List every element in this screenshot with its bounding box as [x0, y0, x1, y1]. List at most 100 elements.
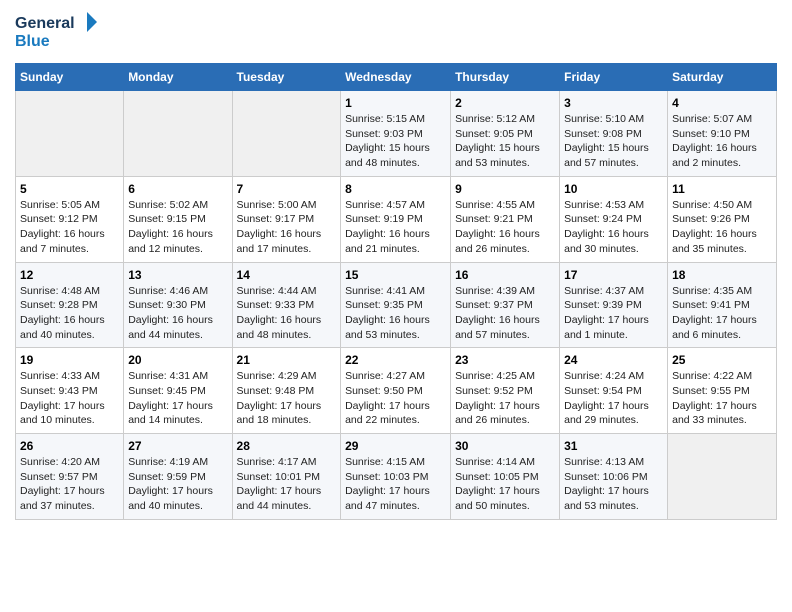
- day-number: 28: [237, 439, 337, 453]
- calendar-cell: 10 Sunrise: 4:53 AMSunset: 9:24 PMDayligh…: [560, 176, 668, 262]
- day-number: 2: [455, 96, 555, 110]
- day-number: 1: [345, 96, 446, 110]
- day-info: Sunrise: 4:24 AMSunset: 9:54 PMDaylight:…: [564, 369, 663, 428]
- day-info: Sunrise: 5:10 AMSunset: 9:08 PMDaylight:…: [564, 112, 663, 171]
- calendar-cell: 6 Sunrise: 5:02 AMSunset: 9:15 PMDaylight…: [124, 176, 232, 262]
- day-number: 27: [128, 439, 227, 453]
- day-number: 11: [672, 182, 772, 196]
- calendar-cell: 28 Sunrise: 4:17 AMSunset: 10:01 PMDaylig…: [232, 434, 341, 520]
- day-info: Sunrise: 4:27 AMSunset: 9:50 PMDaylight:…: [345, 369, 446, 428]
- calendar-cell: 18 Sunrise: 4:35 AMSunset: 9:41 PMDayligh…: [668, 262, 777, 348]
- day-info: Sunrise: 4:17 AMSunset: 10:01 PMDaylight…: [237, 455, 337, 514]
- calendar-cell: 22 Sunrise: 4:27 AMSunset: 9:50 PMDayligh…: [341, 348, 451, 434]
- day-info: Sunrise: 5:15 AMSunset: 9:03 PMDaylight:…: [345, 112, 446, 171]
- calendar-cell: 31 Sunrise: 4:13 AMSunset: 10:06 PMDaylig…: [560, 434, 668, 520]
- day-info: Sunrise: 4:46 AMSunset: 9:30 PMDaylight:…: [128, 284, 227, 343]
- day-info: Sunrise: 4:20 AMSunset: 9:57 PMDaylight:…: [20, 455, 119, 514]
- day-number: 21: [237, 353, 337, 367]
- day-info: Sunrise: 4:55 AMSunset: 9:21 PMDaylight:…: [455, 198, 555, 257]
- calendar-cell: 7 Sunrise: 5:00 AMSunset: 9:17 PMDaylight…: [232, 176, 341, 262]
- day-info: Sunrise: 4:37 AMSunset: 9:39 PMDaylight:…: [564, 284, 663, 343]
- day-number: 17: [564, 268, 663, 282]
- calendar-cell: 5 Sunrise: 5:05 AMSunset: 9:12 PMDaylight…: [16, 176, 124, 262]
- day-info: Sunrise: 4:44 AMSunset: 9:33 PMDaylight:…: [237, 284, 337, 343]
- day-info: Sunrise: 5:00 AMSunset: 9:17 PMDaylight:…: [237, 198, 337, 257]
- day-number: 12: [20, 268, 119, 282]
- weekday-header-friday: Friday: [560, 64, 668, 91]
- day-info: Sunrise: 4:25 AMSunset: 9:52 PMDaylight:…: [455, 369, 555, 428]
- weekday-header-sunday: Sunday: [16, 64, 124, 91]
- calendar-cell: 17 Sunrise: 4:37 AMSunset: 9:39 PMDayligh…: [560, 262, 668, 348]
- day-info: Sunrise: 4:14 AMSunset: 10:05 PMDaylight…: [455, 455, 555, 514]
- day-number: 20: [128, 353, 227, 367]
- day-info: Sunrise: 5:02 AMSunset: 9:15 PMDaylight:…: [128, 198, 227, 257]
- calendar-cell: 11 Sunrise: 4:50 AMSunset: 9:26 PMDayligh…: [668, 176, 777, 262]
- calendar-cell: 1 Sunrise: 5:15 AMSunset: 9:03 PMDaylight…: [341, 91, 451, 177]
- calendar-cell: 12 Sunrise: 4:48 AMSunset: 9:28 PMDayligh…: [16, 262, 124, 348]
- day-number: 31: [564, 439, 663, 453]
- day-number: 30: [455, 439, 555, 453]
- day-info: Sunrise: 5:05 AMSunset: 9:12 PMDaylight:…: [20, 198, 119, 257]
- calendar-cell: 20 Sunrise: 4:31 AMSunset: 9:45 PMDayligh…: [124, 348, 232, 434]
- day-info: Sunrise: 4:13 AMSunset: 10:06 PMDaylight…: [564, 455, 663, 514]
- day-number: 9: [455, 182, 555, 196]
- day-info: Sunrise: 4:53 AMSunset: 9:24 PMDaylight:…: [564, 198, 663, 257]
- day-number: 4: [672, 96, 772, 110]
- day-number: 8: [345, 182, 446, 196]
- day-info: Sunrise: 5:07 AMSunset: 9:10 PMDaylight:…: [672, 112, 772, 171]
- calendar-cell: 25 Sunrise: 4:22 AMSunset: 9:55 PMDayligh…: [668, 348, 777, 434]
- day-info: Sunrise: 4:31 AMSunset: 9:45 PMDaylight:…: [128, 369, 227, 428]
- calendar-cell: 23Sunrise: 4:25 AMSunset: 9:52 PMDayligh…: [451, 348, 560, 434]
- day-number: 7: [237, 182, 337, 196]
- weekday-header-saturday: Saturday: [668, 64, 777, 91]
- calendar-cell: 13 Sunrise: 4:46 AMSunset: 9:30 PMDayligh…: [124, 262, 232, 348]
- day-number: 22: [345, 353, 446, 367]
- day-number: 10: [564, 182, 663, 196]
- day-info: Sunrise: 4:39 AMSunset: 9:37 PMDaylight:…: [455, 284, 555, 343]
- calendar-cell: [232, 91, 341, 177]
- day-info: Sunrise: 4:29 AMSunset: 9:48 PMDaylight:…: [237, 369, 337, 428]
- day-number: 18: [672, 268, 772, 282]
- weekday-header-thursday: Thursday: [451, 64, 560, 91]
- weekday-header-wednesday: Wednesday: [341, 64, 451, 91]
- calendar-cell: 27Sunrise: 4:19 AMSunset: 9:59 PMDayligh…: [124, 434, 232, 520]
- calendar-cell: 3 Sunrise: 5:10 AMSunset: 9:08 PMDaylight…: [560, 91, 668, 177]
- calendar-cell: 4 Sunrise: 5:07 AMSunset: 9:10 PMDaylight…: [668, 91, 777, 177]
- calendar-cell: [16, 91, 124, 177]
- logo: General Blue: [15, 10, 105, 55]
- calendar-cell: 15Sunrise: 4:41 AMSunset: 9:35 PMDayligh…: [341, 262, 451, 348]
- day-info: Sunrise: 4:48 AMSunset: 9:28 PMDaylight:…: [20, 284, 119, 343]
- day-info: Sunrise: 4:35 AMSunset: 9:41 PMDaylight:…: [672, 284, 772, 343]
- day-info: Sunrise: 4:57 AMSunset: 9:19 PMDaylight:…: [345, 198, 446, 257]
- svg-text:General: General: [15, 15, 75, 32]
- calendar-cell: 21 Sunrise: 4:29 AMSunset: 9:48 PMDayligh…: [232, 348, 341, 434]
- calendar-cell: 30 Sunrise: 4:14 AMSunset: 10:05 PMDaylig…: [451, 434, 560, 520]
- day-number: 6: [128, 182, 227, 196]
- day-number: 24: [564, 353, 663, 367]
- calendar-cell: 16 Sunrise: 4:39 AMSunset: 9:37 PMDayligh…: [451, 262, 560, 348]
- weekday-header-monday: Monday: [124, 64, 232, 91]
- day-number: 16: [455, 268, 555, 282]
- day-number: 13: [128, 268, 227, 282]
- day-info: Sunrise: 4:33 AMSunset: 9:43 PMDaylight:…: [20, 369, 119, 428]
- calendar-cell: 29 Sunrise: 4:15 AMSunset: 10:03 PMDaylig…: [341, 434, 451, 520]
- day-number: 26: [20, 439, 119, 453]
- day-number: 5: [20, 182, 119, 196]
- day-number: 19: [20, 353, 119, 367]
- day-info: Sunrise: 5:12 AMSunset: 9:05 PMDaylight:…: [455, 112, 555, 171]
- day-number: 29: [345, 439, 446, 453]
- calendar-cell: [124, 91, 232, 177]
- calendar-cell: 9 Sunrise: 4:55 AMSunset: 9:21 PMDaylight…: [451, 176, 560, 262]
- day-info: Sunrise: 4:41 AMSunset: 9:35 PMDaylight:…: [345, 284, 446, 343]
- calendar-cell: [668, 434, 777, 520]
- day-info: Sunrise: 4:22 AMSunset: 9:55 PMDaylight:…: [672, 369, 772, 428]
- calendar: SundayMondayTuesdayWednesdayThursdayFrid…: [15, 63, 777, 520]
- calendar-cell: 26 Sunrise: 4:20 AMSunset: 9:57 PMDayligh…: [16, 434, 124, 520]
- day-info: Sunrise: 4:50 AMSunset: 9:26 PMDaylight:…: [672, 198, 772, 257]
- day-number: 3: [564, 96, 663, 110]
- day-number: 25: [672, 353, 772, 367]
- day-info: Sunrise: 4:15 AMSunset: 10:03 PMDaylight…: [345, 455, 446, 514]
- svg-text:Blue: Blue: [15, 33, 50, 50]
- day-number: 14: [237, 268, 337, 282]
- calendar-cell: 24 Sunrise: 4:24 AMSunset: 9:54 PMDayligh…: [560, 348, 668, 434]
